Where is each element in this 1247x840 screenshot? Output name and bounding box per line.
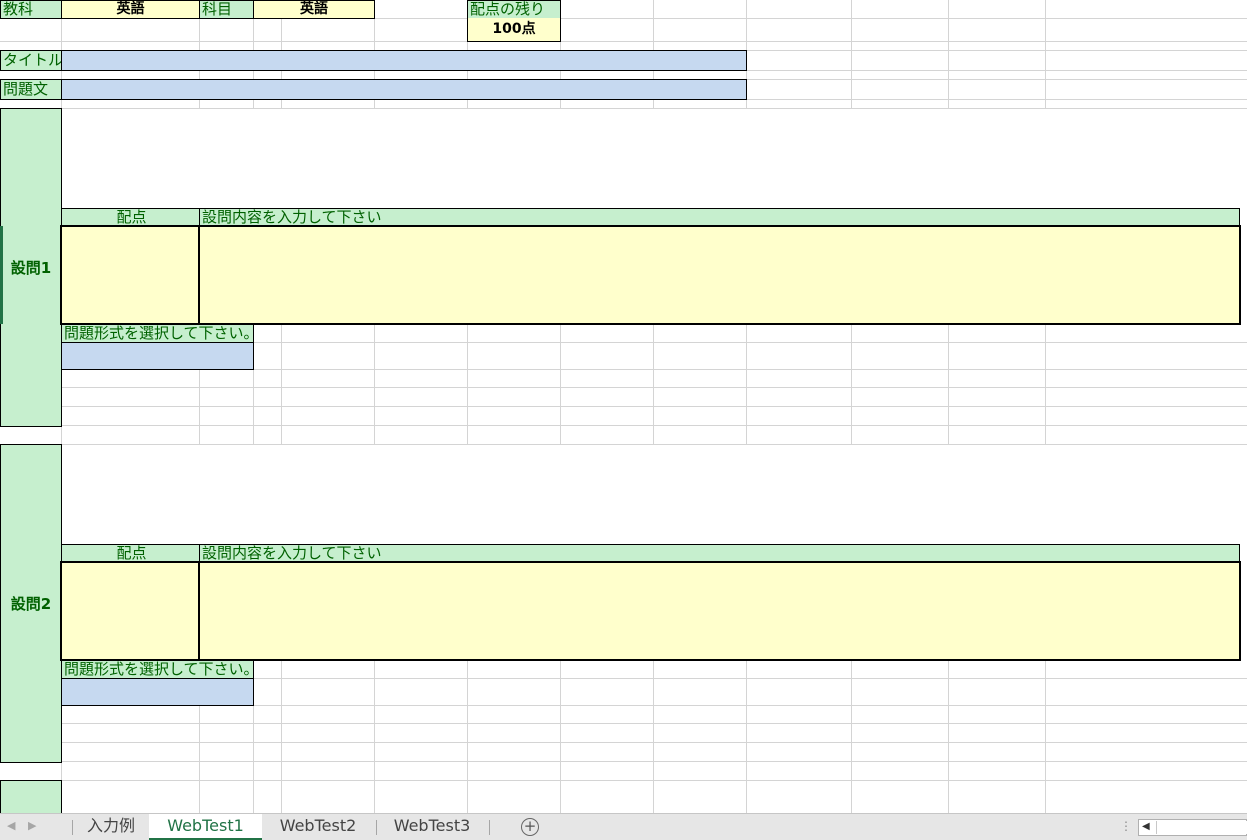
kamoku-label: 科目 — [199, 0, 254, 19]
row-gridline — [0, 761, 1247, 762]
row-gridline — [0, 406, 1247, 407]
question-1-format-select[interactable] — [61, 342, 254, 370]
format-header: 問題形式を選択して下さい。 — [61, 660, 254, 679]
scroll-left-icon[interactable]: ◀ — [1142, 821, 1150, 832]
row-gridline — [0, 387, 1247, 388]
merged-blank-row — [62, 445, 1247, 544]
question-label-text: 設問1 — [10, 259, 52, 277]
prev-sheet-icon[interactable]: ◀ — [7, 819, 15, 832]
kyouka-label: 教科 — [0, 0, 62, 19]
title-label: タイトル — [0, 50, 62, 71]
mondaibun-label: 問題文 — [0, 79, 62, 100]
row-gridline — [0, 780, 1247, 781]
tab-webtest2[interactable]: WebTest2 — [266, 814, 370, 840]
row-gridline — [0, 742, 1247, 743]
question-1-content-input[interactable] — [198, 225, 1241, 325]
remaining-points-value: 100点 — [467, 18, 561, 42]
tab-separator — [72, 820, 73, 835]
tab-separator — [489, 820, 490, 835]
scrollbar-thumb[interactable] — [1156, 821, 1247, 834]
question-2-label: 設問2 — [0, 444, 62, 763]
tab-webtest1[interactable]: WebTest1 — [149, 814, 262, 840]
question-2-content-input[interactable] — [198, 561, 1241, 661]
tab-input-example[interactable]: 入力例 — [78, 814, 144, 840]
question-3-label — [0, 780, 62, 813]
tab-split-handle-icon[interactable]: ⋮ — [1120, 819, 1132, 833]
question-label-text: 設問2 — [10, 595, 52, 613]
kyouka-value[interactable]: 英語 — [61, 0, 200, 19]
tab-webtest3[interactable]: WebTest3 — [382, 814, 482, 840]
sheet-tab-bar: ◀ ▶ 入力例 WebTest1 WebTest2 WebTest3 + ⋮ ◀ — [0, 813, 1247, 840]
next-sheet-icon[interactable]: ▶ — [28, 819, 36, 832]
tab-separator — [376, 820, 377, 835]
horizontal-scrollbar[interactable]: ◀ — [1138, 819, 1247, 836]
format-header: 問題形式を選択して下さい。 — [61, 324, 254, 343]
row-gridline — [0, 41, 1247, 42]
question-1-label: 設問1 — [0, 108, 62, 427]
remaining-points-label: 配点の残り — [467, 0, 561, 19]
add-sheet-icon[interactable]: + — [521, 818, 539, 836]
row-gridline — [0, 425, 1247, 426]
question-2-format-select[interactable] — [61, 678, 254, 706]
spreadsheet-grid[interactable]: 教科 英語 科目 英語 配点の残り 100点 タイトル 問題文 設問1 配点 設… — [0, 0, 1247, 813]
title-input[interactable] — [61, 50, 747, 71]
row-gridline — [0, 723, 1247, 724]
kamoku-value[interactable]: 英語 — [253, 0, 375, 19]
merged-blank-row — [62, 109, 1247, 208]
question-2-points-input[interactable] — [60, 561, 201, 661]
row-selection-indicator — [0, 226, 3, 324]
mondaibun-input[interactable] — [61, 79, 747, 100]
question-1-points-input[interactable] — [60, 225, 201, 325]
